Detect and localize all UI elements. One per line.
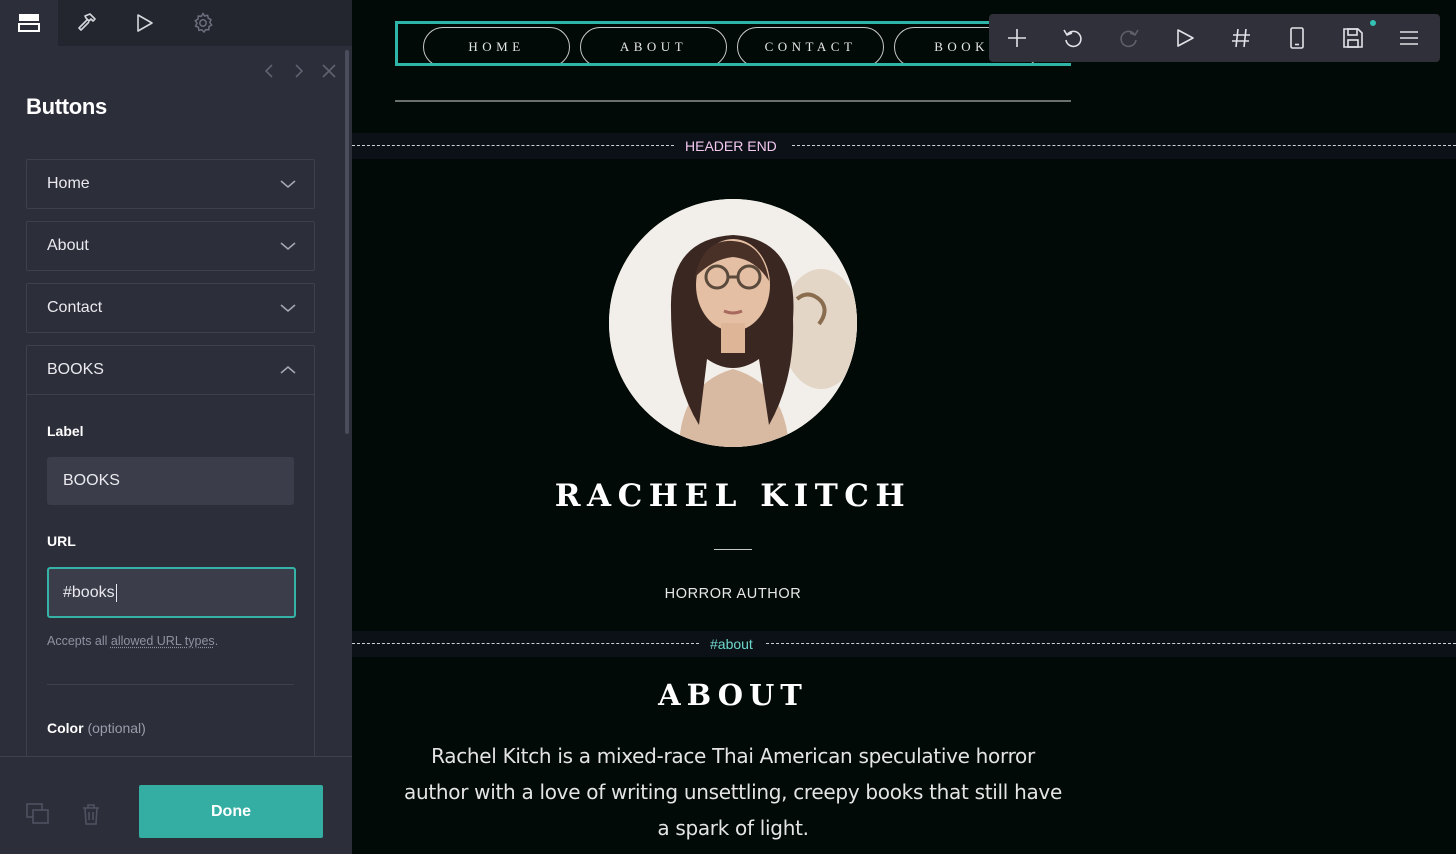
tab-preview[interactable] xyxy=(116,0,174,46)
accordion-header-books[interactable]: BOOKS xyxy=(27,346,314,394)
label-field-label: Label xyxy=(47,423,84,439)
redo-icon xyxy=(1120,29,1139,48)
accordion-header-contact[interactable]: Contact xyxy=(27,284,314,332)
section-divider xyxy=(47,684,294,685)
url-help-text: Accepts all allowed URL types. xyxy=(47,634,294,648)
accordion-label: Contact xyxy=(47,299,103,316)
duplicate-icon xyxy=(26,803,49,824)
author-name[interactable]: RACHEL KITCH xyxy=(352,478,1114,514)
marker-line xyxy=(352,643,699,644)
header-end-marker: HEADER END xyxy=(352,133,1456,159)
color-field-label: Color (optional) xyxy=(47,720,294,736)
accordion-header-about[interactable]: About xyxy=(27,222,314,270)
label-input[interactable]: BOOKS xyxy=(47,457,294,505)
mobile-view-button[interactable] xyxy=(1269,14,1325,62)
layout-icon xyxy=(18,14,40,32)
trash-icon xyxy=(83,804,99,825)
forward-button[interactable] xyxy=(290,62,308,80)
done-button[interactable]: Done xyxy=(139,785,323,838)
help-suffix: . xyxy=(214,634,219,648)
anchor-button[interactable] xyxy=(1213,14,1269,62)
accordion-label: About xyxy=(47,237,89,254)
menu-icon xyxy=(1400,31,1418,45)
about-heading[interactable]: ABOUT xyxy=(352,678,1114,712)
delete-button[interactable] xyxy=(79,802,103,826)
add-button[interactable] xyxy=(989,14,1045,62)
hash-icon xyxy=(1232,28,1250,48)
mobile-icon xyxy=(1290,27,1304,49)
editor-toolbar xyxy=(989,14,1440,62)
page-canvas: HOME ABOUT CONTACT BOOKS HEADER END RACH… xyxy=(352,0,1456,854)
accordion-label: Home xyxy=(47,175,90,192)
tab-layout[interactable] xyxy=(0,0,58,46)
panel-scrollbar[interactable] xyxy=(345,50,349,434)
url-field-label: URL xyxy=(47,533,76,549)
chevron-left-icon xyxy=(264,64,273,78)
color-label: Color xyxy=(47,720,84,736)
tab-settings[interactable] xyxy=(174,0,232,46)
unsaved-indicator xyxy=(1370,20,1376,26)
accordion-label: BOOKS xyxy=(47,361,104,378)
editor-panel: Buttons Home About Contact BOOKS Label B… xyxy=(0,0,352,854)
about-anchor-label: #about xyxy=(710,636,753,652)
url-input-value: #books xyxy=(63,583,115,601)
plus-icon xyxy=(1008,29,1026,47)
about-paragraph[interactable]: Rachel Kitch is a mixed-race Thai Americ… xyxy=(404,738,1062,846)
tab-design[interactable] xyxy=(58,0,116,46)
preview-button[interactable] xyxy=(1157,14,1213,62)
accordion-item-about: About xyxy=(26,221,315,271)
name-divider xyxy=(714,549,752,550)
nav-button-home[interactable]: HOME xyxy=(423,27,570,63)
back-button[interactable] xyxy=(260,62,278,80)
accordion-header-home[interactable]: Home xyxy=(27,160,314,208)
header-divider xyxy=(395,100,1071,102)
chevron-up-icon xyxy=(280,366,296,374)
panel-tabs xyxy=(0,0,352,46)
duplicate-button[interactable] xyxy=(26,802,50,826)
allowed-url-types-link[interactable]: allowed URL types xyxy=(111,634,215,648)
marker-line xyxy=(766,643,1456,644)
close-button[interactable] xyxy=(320,62,338,80)
undo-button[interactable] xyxy=(1045,14,1101,62)
accordion-item-home: Home xyxy=(26,159,315,209)
label-input-value: BOOKS xyxy=(63,472,120,489)
menu-button[interactable] xyxy=(1381,14,1437,62)
chevron-down-icon xyxy=(280,304,296,312)
optional-tag: (optional) xyxy=(87,720,146,736)
panel-navigation xyxy=(260,62,338,80)
author-avatar[interactable] xyxy=(609,199,857,447)
header-end-label: HEADER END xyxy=(685,138,777,154)
accordion-item-books: BOOKS Label BOOKS URL #books Accepts all… xyxy=(26,345,315,765)
nav-button-about[interactable]: ABOUT xyxy=(580,27,727,63)
save-icon xyxy=(1343,28,1363,48)
panel-title: Buttons xyxy=(26,94,107,119)
marker-line xyxy=(792,145,1456,146)
nav-button-contact[interactable]: CONTACT xyxy=(737,27,884,63)
gear-icon xyxy=(194,12,213,34)
undo-icon xyxy=(1063,29,1082,48)
redo-button[interactable] xyxy=(1101,14,1157,62)
author-subtitle[interactable]: HORROR AUTHOR xyxy=(352,586,1114,602)
accordion-item-contact: Contact xyxy=(26,283,315,333)
play-icon xyxy=(137,14,153,32)
play-icon xyxy=(1177,29,1194,47)
marker-line xyxy=(352,145,674,146)
nav-button-group[interactable]: HOME ABOUT CONTACT BOOKS xyxy=(395,21,1071,66)
chevron-down-icon xyxy=(280,242,296,250)
help-prefix: Accepts all xyxy=(47,634,111,648)
author-photo xyxy=(609,199,857,447)
panel-footer: Done xyxy=(0,756,352,854)
about-anchor-marker: #about xyxy=(352,631,1456,657)
close-icon xyxy=(322,64,336,78)
url-input[interactable]: #books xyxy=(47,567,296,618)
accordion-body-books: Label BOOKS URL #books Accepts all allow… xyxy=(27,394,314,736)
text-cursor xyxy=(115,583,117,602)
hammer-icon xyxy=(78,13,96,31)
chevron-down-icon xyxy=(280,180,296,188)
chevron-right-icon xyxy=(295,64,304,78)
